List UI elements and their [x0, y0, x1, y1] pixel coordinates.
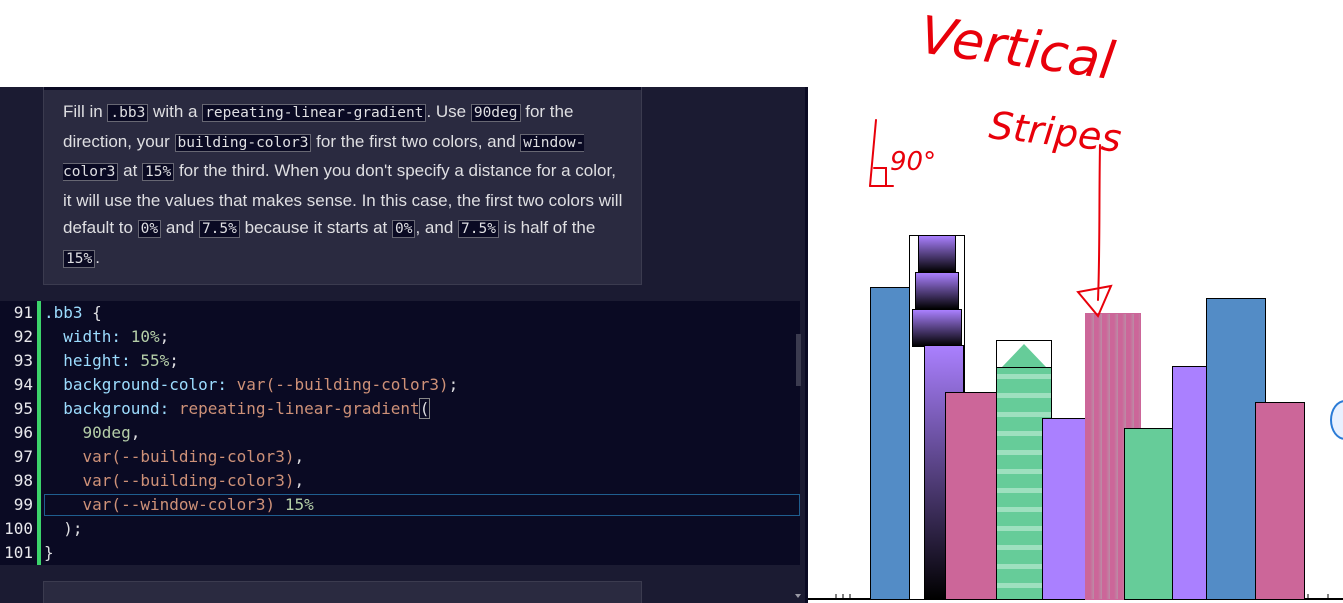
instructions-text: Fill in .bb3 with a repeating-linear-gra… [63, 102, 623, 268]
inline-code: 15% [63, 249, 96, 268]
line-number: 94 [13, 375, 33, 394]
code-line[interactable]: var(--building-color3), [44, 469, 305, 493]
inline-code: 0% [392, 220, 416, 239]
annotation-angle: 90° [890, 147, 936, 177]
line-number: 95 [13, 399, 33, 418]
code-line[interactable]: ); [44, 517, 82, 541]
line-number: 101 [4, 543, 33, 562]
code-line[interactable]: background-color: var(--building-color3)… [44, 373, 458, 397]
modified-lines-indicator [37, 301, 41, 565]
line-number: 97 [13, 447, 33, 466]
line-number: 98 [13, 471, 33, 490]
code-line[interactable]: background: repeating-linear-gradient( [44, 397, 431, 421]
scroll-down-arrow-icon[interactable] [795, 594, 801, 598]
card-top-border [44, 87, 641, 90]
editor-scrollbar[interactable] [796, 334, 801, 386]
code-line[interactable]: 90deg, [44, 421, 141, 445]
code-line[interactable]: .bb3 { [44, 301, 102, 325]
inline-code: .bb3 [107, 104, 149, 122]
annotation-word-vertical: Vertical [916, 5, 1119, 92]
inline-code: building-color3 [174, 133, 312, 152]
preview-pane: Vertical Stripes 90° [808, 0, 1343, 603]
line-number: 93 [13, 351, 33, 370]
instructions-and-editor-pane: Fill in .bb3 with a repeating-linear-gra… [0, 87, 808, 603]
inline-code: 15% [142, 163, 175, 182]
line-number: 96 [13, 423, 33, 442]
code-line[interactable]: height: 55%; [44, 349, 179, 373]
code-line[interactable]: var(--building-color3), [44, 445, 305, 469]
inline-code: 7.5% [198, 220, 240, 239]
line-number: 100 [4, 519, 33, 538]
code-editor[interactable]: 91 92 93 94 95 96 97 98 99 100 101 .bb3 … [0, 301, 801, 565]
inline-code: 0% [137, 220, 162, 239]
code-line[interactable]: width: 10%; [44, 325, 169, 349]
inline-code: 90deg [470, 104, 521, 122]
line-number: 91 [13, 303, 33, 322]
inline-code: repeating-linear-gradient [202, 104, 427, 122]
instructions-card: Fill in .bb3 with a repeating-linear-gra… [43, 87, 642, 285]
line-number: 99 [13, 495, 33, 514]
handwritten-annotation: Vertical Stripes 90° [869, 5, 1123, 318]
line-number: 92 [13, 327, 33, 346]
code-line[interactable]: var(--window-color3) 15% [44, 493, 314, 517]
annotation-word-stripes: Stripes [987, 103, 1123, 161]
inline-code: 7.5% [458, 220, 499, 239]
code-line[interactable]: } [44, 541, 54, 565]
next-card [43, 581, 642, 603]
